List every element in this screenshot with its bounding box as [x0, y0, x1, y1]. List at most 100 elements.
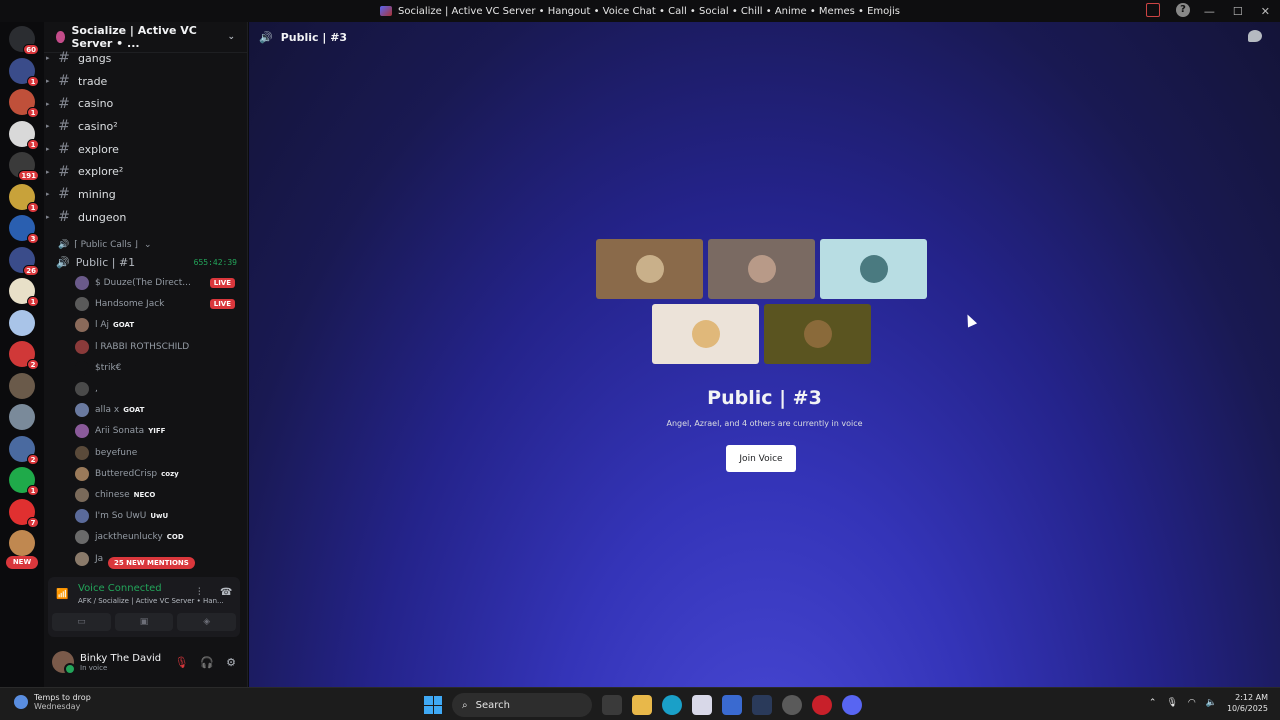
text-channel-name: explore — [78, 142, 119, 156]
new-mentions-pill[interactable]: 25 NEW MENTIONS — [108, 557, 195, 569]
steam-icon[interactable] — [752, 695, 772, 715]
voice-member[interactable]: , — [44, 378, 247, 399]
text-channel[interactable]: ▸ # trade — [44, 70, 247, 93]
mic-muted-icon[interactable]: 🎙 — [174, 656, 188, 669]
opera-icon[interactable] — [812, 695, 832, 715]
voice-channel-public-1[interactable]: 🔊 Public | #1 655:42:39 — [44, 253, 247, 273]
taskbar-search[interactable]: ⌕ Search — [452, 693, 592, 717]
server-icon[interactable]: 7 — [9, 498, 39, 528]
text-channel[interactable]: ▸ # explore — [44, 138, 247, 161]
clock[interactable]: 2:12 AM 10/6/2025 — [1227, 692, 1268, 714]
voice-member[interactable]: I'm So UwU UwU — [44, 506, 247, 527]
server-icon[interactable]: 191 — [9, 152, 39, 181]
screenshare-button[interactable]: ▣ — [114, 613, 174, 631]
user-status: In voice — [80, 663, 108, 672]
voice-member[interactable]: chinese NECO — [44, 484, 247, 505]
server-icon[interactable] — [9, 309, 35, 336]
server-icon[interactable]: 1 — [9, 183, 39, 213]
voice-member[interactable]: l Aj GOAT — [44, 315, 247, 336]
participant-tile[interactable] — [764, 304, 871, 364]
settings-icon[interactable] — [782, 695, 802, 715]
voice-location[interactable]: AFK / Socialize | Active VC Server • Han… — [78, 597, 224, 605]
start-button[interactable] — [424, 696, 442, 714]
text-channel[interactable]: ▸ # casino² — [44, 115, 247, 138]
activity-button[interactable]: ◈ — [177, 613, 237, 631]
unread-badge: 7 — [27, 516, 39, 528]
text-channel[interactable]: ▸ # gangs — [44, 47, 247, 70]
weather-title: Temps to drop — [34, 693, 91, 702]
server-icon[interactable] — [9, 530, 35, 556]
server-icon[interactable]: 1 — [9, 120, 39, 150]
live-badge: LIVE — [209, 278, 235, 289]
mic-icon[interactable]: 🎙 — [1166, 698, 1177, 708]
avatar[interactable] — [52, 651, 76, 675]
member-name: l Aj — [95, 320, 110, 331]
headphones-icon[interactable]: 🎧 — [200, 656, 214, 669]
disconnect-icon[interactable]: ☎ — [220, 587, 232, 598]
text-channel[interactable]: ▸ # dungeon — [44, 206, 247, 229]
wifi-icon[interactable]: ◠ — [1188, 698, 1196, 708]
notepad-icon[interactable] — [722, 695, 742, 715]
edge-icon[interactable] — [662, 695, 682, 715]
screen-share-icon[interactable] — [1146, 3, 1160, 17]
server-icon[interactable]: 1 — [9, 57, 39, 87]
voice-member[interactable]: $trik€ — [44, 357, 247, 378]
server-icon[interactable]: 60 — [9, 26, 39, 55]
volume-icon[interactable]: 🔈 — [1206, 698, 1217, 708]
voice-member[interactable]: beyefune — [44, 442, 247, 463]
member-tag: COD — [166, 533, 184, 542]
hash-icon: # — [58, 186, 70, 203]
speaker-icon: 🔊 — [56, 256, 70, 269]
new-servers-pill[interactable]: NEW — [6, 556, 38, 569]
voice-status[interactable]: Voice Connected — [78, 583, 162, 594]
camera-button[interactable]: ▭ — [52, 613, 111, 631]
text-channel[interactable]: ▸ # mining — [44, 183, 247, 206]
gear-icon[interactable]: ⚙ — [226, 656, 236, 669]
server-icon[interactable]: 3 — [9, 215, 39, 244]
noise-suppression-icon[interactable]: ⫶ — [198, 587, 201, 598]
category-public-calls[interactable]: 🔊 ⌈ Public Calls ⌋ ⌄ — [44, 237, 247, 253]
voice-member[interactable]: l RABBI ROTHSCHILD — [44, 336, 247, 357]
text-channel-name: trade — [78, 74, 108, 88]
weather-widget[interactable]: Temps to drop Wednesday — [14, 693, 91, 711]
chat-icon[interactable] — [1248, 30, 1262, 42]
discord-icon[interactable] — [842, 695, 862, 715]
chevron-right-icon: ▸ — [46, 122, 50, 131]
voice-member[interactable]: Handsome Jack LIVE — [44, 294, 247, 315]
task-view-icon[interactable] — [602, 695, 622, 715]
server-icon[interactable]: 2 — [9, 435, 39, 465]
text-channel-name: casino² — [78, 119, 118, 133]
voice-member[interactable]: alla x GOAT — [44, 400, 247, 421]
close-button[interactable]: ✕ — [1261, 5, 1270, 18]
avatar — [75, 339, 89, 354]
member-name: beyefune — [95, 447, 138, 458]
maximize-button[interactable]: ☐ — [1233, 5, 1243, 18]
voice-member[interactable]: Arii Sonata YIFF — [44, 421, 247, 442]
user-info[interactable]: Binky The David In voice — [80, 653, 161, 672]
join-voice-button[interactable]: Join Voice — [726, 445, 796, 472]
voice-member[interactable]: $ Duuze(The Direct... LIVE — [44, 273, 247, 294]
unread-badge: 1 — [27, 138, 39, 150]
server-icon[interactable] — [9, 404, 35, 430]
file-explorer-icon[interactable] — [632, 695, 652, 715]
participant-tile[interactable] — [652, 304, 759, 364]
participant-tile[interactable] — [820, 239, 927, 299]
chevron-up-icon[interactable]: ⌃ — [1149, 698, 1157, 708]
server-icon[interactable]: 1 — [9, 278, 39, 307]
server-icon[interactable]: 1 — [9, 89, 39, 118]
participant-tile[interactable] — [596, 239, 703, 299]
server-icon[interactable]: 2 — [9, 341, 39, 370]
server-icon[interactable]: 26 — [9, 246, 39, 276]
app-icon[interactable] — [692, 695, 712, 715]
minimize-button[interactable]: — — [1204, 5, 1215, 18]
server-icon[interactable]: 1 — [9, 467, 39, 496]
voice-member[interactable]: jacktheunlucky COD — [44, 527, 247, 548]
unread-badge: 2 — [27, 359, 39, 370]
text-channel[interactable]: ▸ # casino — [44, 92, 247, 115]
text-channel[interactable]: ▸ # explore² — [44, 160, 247, 183]
server-icon[interactable] — [9, 372, 35, 399]
taskbar-apps: ⌕ Search — [424, 693, 862, 717]
voice-member[interactable]: ButteredCrisp cozy — [44, 463, 247, 484]
help-icon[interactable]: ? — [1176, 3, 1190, 17]
participant-tile[interactable] — [708, 239, 815, 299]
